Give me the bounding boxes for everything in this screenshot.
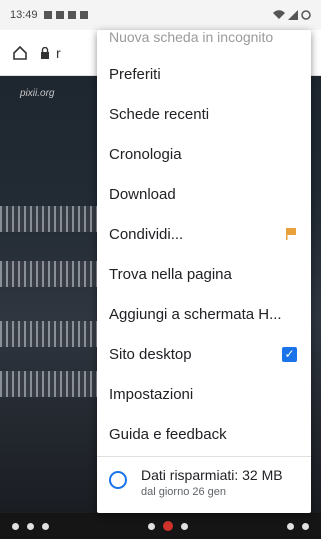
url-text: r (56, 44, 61, 61)
battery-icon (301, 10, 311, 20)
status-right-icons (273, 10, 311, 20)
menu-item-label: Download (109, 185, 176, 203)
overflow-menu: Nuova scheda in incognito Preferiti Sche… (97, 30, 311, 513)
app-icon[interactable] (302, 522, 309, 530)
home-icon[interactable] (12, 45, 28, 61)
data-saver-summary[interactable]: Dati risparmiati: 32 MB dal giorno 26 ge… (97, 459, 311, 506)
recents-button[interactable] (181, 522, 188, 530)
system-nav-bar (0, 513, 321, 539)
app-icon[interactable] (42, 522, 49, 530)
url-bar[interactable]: r (40, 45, 61, 61)
menu-item-label: Guida e feedback (109, 425, 227, 443)
menu-item-label: Aggiungi a schermata H... (109, 305, 282, 323)
lock-icon (41, 46, 49, 59)
app-icon[interactable] (287, 522, 294, 530)
nav-right-icons (287, 522, 309, 530)
nav-left-icons (12, 522, 49, 530)
nav-center-icons (148, 521, 188, 531)
app-icon[interactable] (27, 522, 34, 530)
menu-item-label: Cronologia (109, 145, 182, 163)
menu-item-trova-nella-pagina[interactable]: Trova nella pagina (97, 254, 311, 294)
menu-item-label: Preferiti (109, 65, 161, 83)
menu-item-label: Trova nella pagina (109, 265, 232, 283)
notification-icon (55, 11, 64, 19)
signal-icon (288, 10, 298, 20)
menu-item-incognito-partial[interactable]: Nuova scheda in incognito (97, 30, 311, 54)
data-saver-icon (109, 471, 127, 489)
background-image (0, 321, 100, 347)
status-time: 13:49 (10, 9, 38, 21)
back-button[interactable] (148, 522, 155, 530)
app-icon[interactable] (12, 522, 19, 530)
menu-item-schede-recenti[interactable]: Schede recenti (97, 94, 311, 134)
menu-divider (97, 456, 311, 457)
menu-item-label: Impostazioni (109, 385, 194, 403)
menu-item-impostazioni[interactable]: Impostazioni (97, 374, 311, 414)
menu-item-label: Schede recenti (109, 105, 210, 123)
menu-item-aggiungi-schermata-home[interactable]: Aggiungi a schermata H... (97, 294, 311, 334)
flag-icon (286, 228, 296, 240)
data-saver-subtitle: dal giorno 26 gen (141, 486, 227, 498)
wifi-icon (273, 10, 285, 19)
home-button[interactable] (163, 521, 173, 531)
menu-item-download[interactable]: Download (97, 174, 311, 214)
notification-icon (67, 11, 76, 19)
sito-desktop-checkbox[interactable]: ✓ (282, 346, 297, 362)
site-logo: pixii.org (20, 88, 55, 99)
menu-item-label: Condividi... (109, 225, 184, 243)
menu-item-label: Sito desktop (109, 345, 192, 363)
notification-icons (43, 11, 88, 19)
notification-icon (43, 11, 52, 19)
data-saver-text: Dati risparmiati: 32 MB dal giorno 26 ge… (141, 467, 283, 498)
menu-item-cronologia[interactable]: Cronologia (97, 134, 311, 174)
menu-item-sito-desktop[interactable]: Sito desktop ✓ (97, 334, 311, 374)
menu-item-preferiti[interactable]: Preferiti (97, 54, 311, 94)
menu-item-condividi[interactable]: Condividi... (97, 214, 311, 254)
menu-item-guida-e-feedback[interactable]: Guida e feedback (97, 414, 311, 454)
notification-icon (79, 11, 88, 19)
background-image (0, 261, 100, 287)
background-image (0, 206, 100, 232)
background-image (0, 371, 100, 397)
data-saver-title: Dati risparmiati: 32 MB (141, 467, 283, 483)
status-bar: 13:49 (0, 0, 321, 30)
